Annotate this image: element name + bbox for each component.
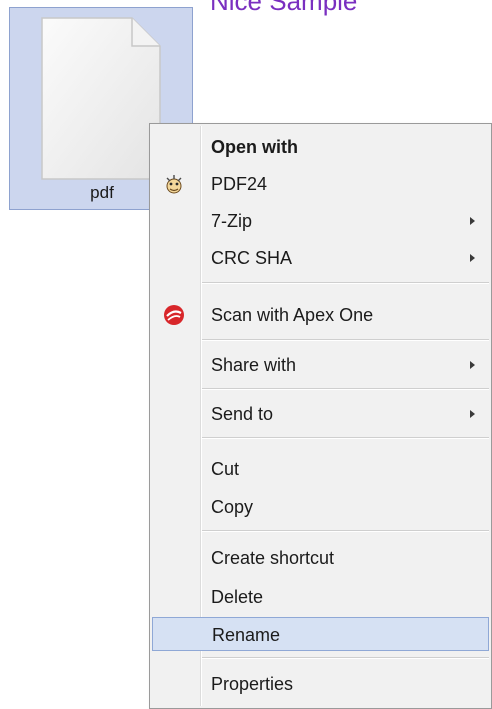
submenu-arrow-icon xyxy=(470,254,475,262)
context-menu: Open with PDF24 7-Zip CRC SHA Scan with … xyxy=(149,123,492,709)
page-heading: Nice Sample xyxy=(210,0,358,16)
menu-item-delete[interactable]: Delete xyxy=(152,580,489,614)
menu-item-crc-sha[interactable]: CRC SHA xyxy=(152,241,489,275)
menu-item-label: PDF24 xyxy=(211,174,268,194)
menu-item-label: 7-Zip xyxy=(211,211,253,231)
menu-separator xyxy=(202,388,489,390)
menu-item-label: Share with xyxy=(211,355,297,375)
submenu-arrow-icon xyxy=(470,361,475,369)
menu-item-cut[interactable]: Cut xyxy=(152,452,489,486)
apex-one-icon xyxy=(164,305,184,325)
menu-separator xyxy=(202,437,489,439)
menu-item-label: Create shortcut xyxy=(211,548,335,568)
menu-item-share-with[interactable]: Share with xyxy=(152,348,489,382)
menu-item-label: Open with xyxy=(211,137,298,157)
menu-separator xyxy=(202,339,489,341)
menu-item-label: CRC SHA xyxy=(211,248,293,268)
menu-item-label: Copy xyxy=(211,497,254,517)
pdf24-icon xyxy=(166,175,182,194)
menu-separator xyxy=(202,530,489,532)
menu-item-open-with[interactable]: Open with xyxy=(152,130,489,164)
menu-separator xyxy=(202,282,489,284)
menu-item-label: Send to xyxy=(211,404,274,424)
submenu-arrow-icon xyxy=(470,217,475,225)
menu-item-rename[interactable]: Rename xyxy=(152,617,489,651)
menu-item-scan-apex-one[interactable]: Scan with Apex One xyxy=(152,298,489,332)
desktop: Nice Sample pdf Open with PDF24 7-Zip CR… xyxy=(0,0,492,709)
menu-item-copy[interactable]: Copy xyxy=(152,490,489,524)
menu-item-label: Cut xyxy=(211,459,240,479)
menu-item-label: Rename xyxy=(212,625,281,645)
menu-item-properties[interactable]: Properties xyxy=(152,667,489,701)
submenu-arrow-icon xyxy=(470,410,475,418)
blank-document-icon xyxy=(41,17,161,180)
menu-item-7zip[interactable]: 7-Zip xyxy=(152,204,489,238)
menu-item-label: Scan with Apex One xyxy=(211,305,374,325)
menu-item-create-shortcut[interactable]: Create shortcut xyxy=(152,541,489,575)
menu-separator xyxy=(202,657,489,659)
menu-item-send-to[interactable]: Send to xyxy=(152,397,489,431)
menu-item-label: Delete xyxy=(211,587,264,607)
menu-item-pdf24[interactable]: PDF24 xyxy=(152,167,489,201)
menu-item-label: Properties xyxy=(211,674,294,694)
